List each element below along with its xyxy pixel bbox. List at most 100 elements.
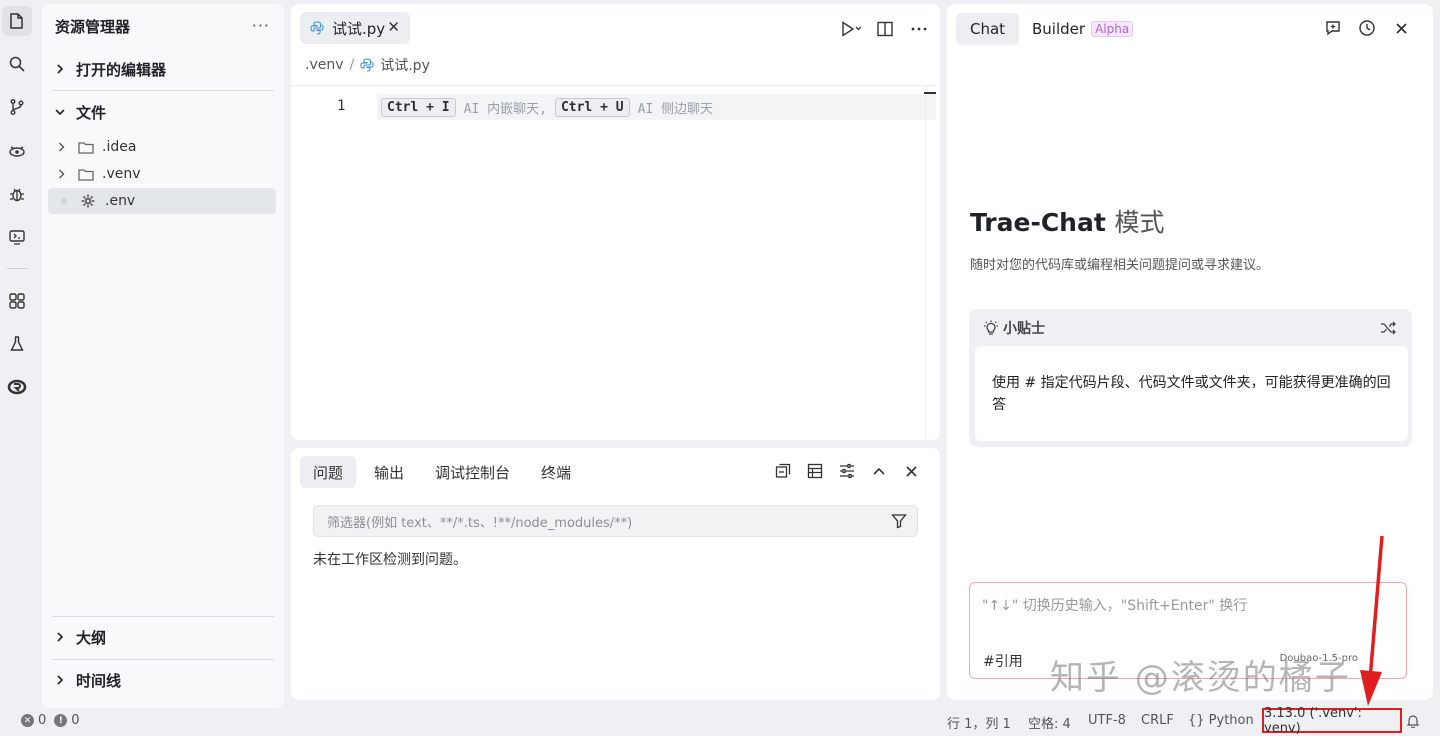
remote-icon[interactable] [2,136,32,166]
tab-problems[interactable]: 问题 [300,456,357,488]
indentation[interactable]: 空格: 4 [1028,713,1071,732]
status-bar: ✕ 0 ! 0 行 1，列 1 空格: 4 UTF-8 CRLF {} Pyth… [0,705,1440,736]
run-icon[interactable] [840,18,862,40]
interpreter-label: 3.13.0 ('.venv': venv) [1264,705,1362,736]
line-number: 1 [337,98,346,114]
more-actions-icon[interactable]: ··· [252,16,270,35]
new-chat-icon[interactable] [1323,18,1343,38]
section-label: 时间线 [76,671,122,690]
breadcrumb-item[interactable]: .venv [305,57,344,73]
tab-output[interactable]: 输出 [361,456,417,488]
gear-icon [81,194,99,208]
tab-builder[interactable]: Builder Alpha [1018,13,1147,45]
remote-explorer-icon[interactable] [2,222,32,252]
close-chat-icon[interactable] [1391,18,1411,38]
section-divider [52,659,274,660]
tree-file-env[interactable]: .env [48,188,276,214]
tab-editor-file[interactable]: 试试.py ✕ [300,12,410,44]
editor-actions [840,18,930,40]
filter-icon[interactable] [891,513,907,529]
chat-title-mode: 模式 [1114,208,1165,237]
section-timeline[interactable]: 时间线 [52,663,274,697]
split-editor-icon[interactable] [874,18,896,40]
collapse-all-icon[interactable] [774,462,792,480]
tip-title: 小贴士 [1003,321,1045,337]
problems-filter-input[interactable]: 筛选器(例如 text、**/*.ts、!**/node_modules/**) [313,505,918,537]
folder-icon [78,141,96,154]
debug-icon[interactable] [2,179,32,209]
cursor-position[interactable]: 行 1，列 1 [947,713,1011,732]
section-divider [52,90,274,91]
lightbulb-icon [983,320,999,336]
history-icon[interactable] [1357,18,1377,38]
trae-logo-icon[interactable] [2,372,32,402]
cite-button[interactable]: #引用 [983,651,1023,671]
tree-folder-idea[interactable]: .idea [48,134,276,160]
problems-empty-message: 未在工作区检测到问题。 [313,552,467,568]
editor-divider [291,85,940,86]
more-icon[interactable] [908,18,930,40]
breadcrumb: .venv / 试试.py [305,55,430,75]
hint-text: AI 侧边聊天 [637,101,714,117]
minimap-marker [924,92,936,94]
tab-debug-console[interactable]: 调试控制台 [422,456,523,488]
panel-actions [774,462,920,480]
tip-card: 小贴士 使用 # 指定代码片段、代码文件或文件夹，可能获得更准确的回答 [969,309,1412,447]
chevron-right-icon [52,64,68,74]
tab-label: Builder [1032,20,1086,38]
section-outline[interactable]: 大纲 [52,620,274,654]
panel-settings-icon[interactable] [838,462,856,480]
language-mode[interactable]: {} Python [1188,713,1254,728]
editor-scrollbar[interactable] [925,86,926,440]
testing-flask-icon[interactable] [2,329,32,359]
tip-body: 使用 # 指定代码片段、代码文件或文件夹，可能获得更准确的回答 [975,346,1408,441]
activity-bar [0,0,34,708]
section-label: 大纲 [76,628,107,647]
shortcut-key: Ctrl + U [554,97,630,117]
chat-mode-title: Trae-Chat 模式 [970,203,1165,239]
warning-count: 0 [71,713,80,728]
watermark: 知乎 @滚烫的橘子 [1050,658,1351,698]
extensions-icon[interactable] [2,286,32,316]
explorer-title: 资源管理器 [55,18,131,36]
tab-terminal[interactable]: 终端 [528,456,584,488]
alpha-badge: Alpha [1091,21,1134,37]
tree-item-label: .venv [102,166,141,182]
breadcrumb-item[interactable]: 试试.py [380,55,430,75]
chat-actions [1323,18,1411,38]
folder-icon [78,168,96,181]
tab-label: Chat [970,20,1006,38]
chevron-right-icon [52,675,68,685]
shuffle-icon[interactable] [1380,321,1396,335]
close-tab-icon[interactable]: ✕ [387,18,400,36]
chat-title-main: Trae-Chat [970,208,1106,237]
close-panel-icon[interactable] [902,462,920,480]
python-file-icon [360,58,374,72]
current-line[interactable]: Ctrl + I AI 内嵌聊天, Ctrl + U AI 侧边聊天 [377,94,936,120]
table-view-icon[interactable] [806,462,824,480]
python-interpreter[interactable]: 3.13.0 ('.venv': venv) [1262,705,1402,736]
chevron-right-icon [58,142,70,152]
bottom-panel: 问题 输出 调试控制台 终端 筛选器(例如 text、**/*.ts、!**/n… [291,448,940,700]
bell-icon[interactable] [1406,714,1420,728]
section-divider [52,616,274,617]
line-ending[interactable]: CRLF [1141,713,1174,728]
search-icon[interactable] [2,49,32,79]
section-label: 打开的编辑器 [76,60,167,79]
section-open-editors[interactable]: 打开的编辑器 [52,52,274,86]
section-files[interactable]: 文件 [52,95,274,129]
tree-folder-venv[interactable]: .venv [48,161,276,187]
hint-text: AI 内嵌聊天, [463,101,547,117]
error-count: 0 [38,713,47,728]
encoding[interactable]: UTF-8 [1088,713,1126,728]
chevron-right-icon [58,169,70,179]
explorer-icon[interactable] [2,6,32,36]
tab-chat[interactable]: Chat [956,13,1020,45]
maximize-panel-icon[interactable] [870,462,888,480]
chat-input-placeholder: "↑↓" 切换历史输入，"Shift+Enter" 换行 [982,598,1248,614]
breadcrumb-separator: / [349,57,355,73]
annotation-arrow-icon [1360,535,1384,706]
tab-label: 试试.py [332,19,386,38]
source-control-icon[interactable] [2,92,32,122]
problems-status[interactable]: ✕ 0 ! 0 [21,713,80,728]
